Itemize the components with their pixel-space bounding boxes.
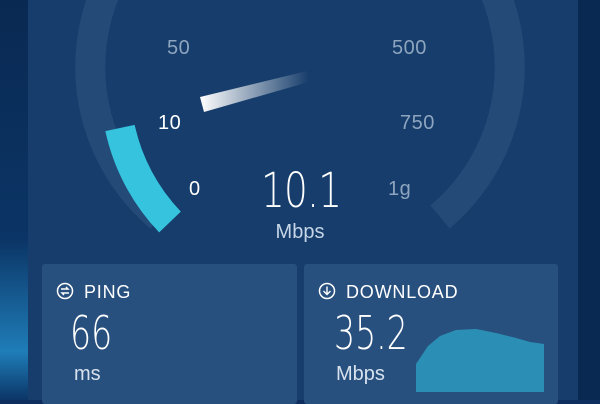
gauge-tick-500: 500 bbox=[392, 37, 427, 59]
gauge-tick-50: 50 bbox=[167, 37, 191, 59]
download-speed-graph bbox=[416, 329, 544, 392]
gauge-fill bbox=[105, 124, 182, 233]
download-title: DOWNLOAD bbox=[346, 282, 459, 302]
gauge-tick-10: 10 bbox=[158, 112, 182, 134]
download-card: DOWNLOAD 35.2 Mbps bbox=[304, 264, 558, 404]
current-speed-value: 10.1 bbox=[261, 163, 342, 219]
gauge-tick-0: 0 bbox=[189, 178, 201, 200]
ping-value: 66 bbox=[70, 306, 113, 360]
download-unit: Mbps bbox=[336, 363, 385, 385]
gauge-tick-750: 750 bbox=[400, 112, 435, 134]
ping-title: PING bbox=[84, 282, 132, 302]
ping-unit: ms bbox=[74, 363, 101, 385]
download-value: 35.2 bbox=[334, 306, 408, 360]
ping-icon bbox=[56, 282, 74, 300]
current-speed-unit: Mbps bbox=[275, 221, 325, 243]
gauge-tick-1g: 1g bbox=[388, 178, 412, 200]
download-graph-area bbox=[416, 329, 544, 392]
download-arrow-icon bbox=[318, 282, 336, 300]
gauge-needle bbox=[200, 71, 309, 112]
ping-card: PING 66 ms bbox=[42, 264, 297, 404]
